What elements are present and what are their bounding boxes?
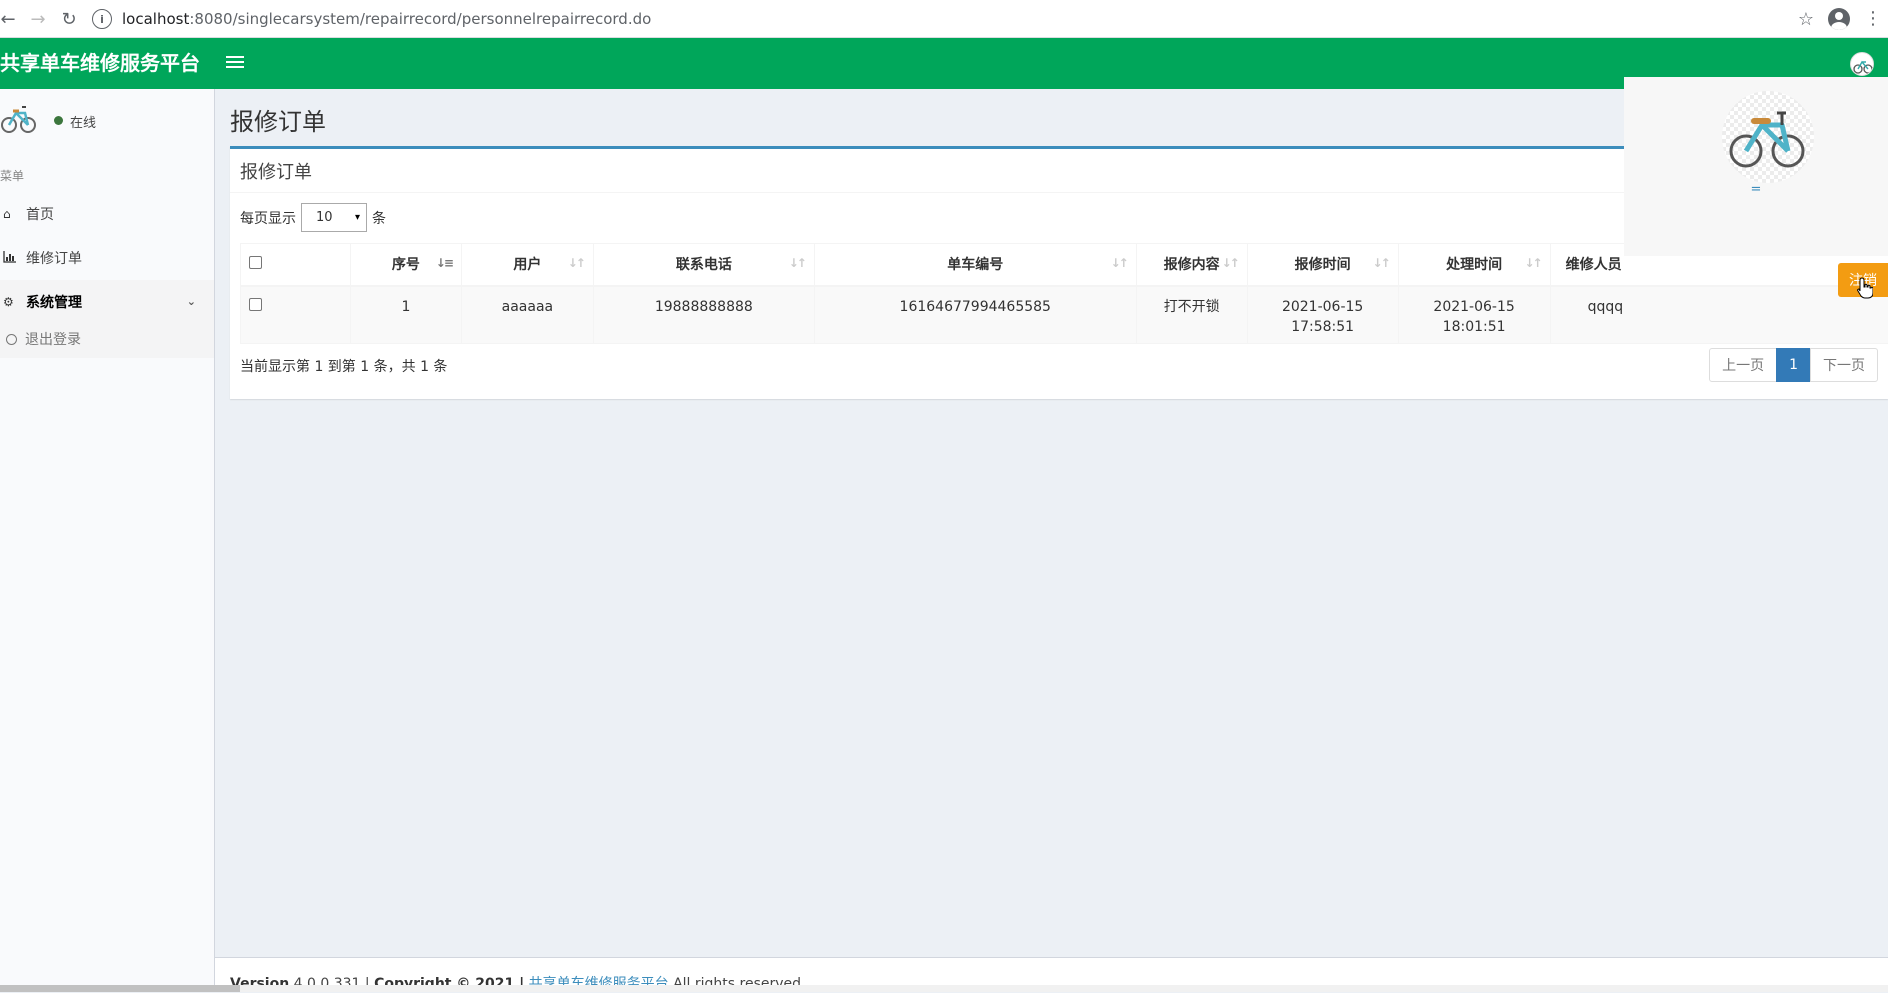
gear-icon: ⚙ bbox=[0, 295, 20, 309]
column-header[interactable]: 单车编号 ↓↑ bbox=[814, 244, 1136, 286]
sidebar-item-home[interactable]: ⌂ 首页 bbox=[0, 192, 214, 236]
page-title: 报修订单 bbox=[230, 102, 326, 137]
hand-cursor-icon bbox=[1857, 277, 1873, 299]
sort-icon: ↓↑ bbox=[568, 256, 584, 270]
cell-report-time: 2021-06-15 17:58:51 bbox=[1247, 286, 1398, 344]
column-label: 处理时间 bbox=[1446, 257, 1502, 273]
url-host: localhost bbox=[122, 10, 189, 28]
profile-icon[interactable] bbox=[1828, 8, 1850, 30]
cell-phone: 19888888888 bbox=[593, 286, 814, 344]
page-length-control: 每页显示 10 ▾ 条 bbox=[240, 203, 386, 232]
menu-header: 菜单 bbox=[0, 153, 214, 192]
column-header[interactable]: 用户 ↓↑ bbox=[461, 244, 593, 286]
page-length-value: 10 bbox=[316, 210, 333, 225]
column-header[interactable]: 处理时间 ↓↑ bbox=[1398, 244, 1550, 286]
column-label: 用户 bbox=[513, 257, 541, 273]
bookmark-star-icon[interactable]: ☆ bbox=[1798, 9, 1814, 30]
orders-table: 序号↓≡ 用户↓↑ 联系电话↓↑ 单车编号↓↑ 报修内容↓↑ 报修时间↓↑ 处理… bbox=[240, 243, 1888, 344]
online-status-label: 在线 bbox=[70, 112, 96, 131]
select-all-checkbox[interactable] bbox=[249, 256, 262, 269]
sidebar-item-logout[interactable]: 退出登录 bbox=[0, 324, 214, 354]
cell-user: aaaaaa bbox=[461, 286, 593, 344]
sidebar: 在线 菜单 ⌂ 首页 维修订单 ⚙ 系统管理 ⌄ 退出登录 bbox=[0, 89, 215, 992]
back-icon[interactable]: ← bbox=[0, 5, 22, 33]
address-bar[interactable]: i localhost:8080/singlecarsystem/repairr… bbox=[92, 4, 1792, 34]
sort-asc-icon: ↓≡ bbox=[436, 256, 452, 270]
column-label: 报修内容 bbox=[1164, 257, 1220, 273]
chevron-down-icon: ▾ bbox=[355, 212, 360, 223]
app-logo[interactable]: 共享单车维修服务平台 bbox=[0, 38, 200, 89]
sidebar-item-label: 维修订单 bbox=[26, 248, 82, 268]
sidebar-toggle-icon[interactable] bbox=[226, 53, 244, 71]
more-menu-icon[interactable]: ⋮ bbox=[1864, 10, 1882, 28]
report-date: 2021-06-15 bbox=[1282, 299, 1363, 315]
prev-page-button[interactable]: 上一页 bbox=[1709, 348, 1777, 382]
table-row[interactable]: 1 aaaaaa 19888888888 16164677994465585 打… bbox=[241, 286, 1888, 344]
url-path: :8080/singlecarsystem/repairrecord/perso… bbox=[189, 10, 651, 28]
cell-handle-time: 2021-06-15 18:01:51 bbox=[1398, 286, 1550, 344]
staff-name: qqqq bbox=[1588, 299, 1624, 315]
sidebar-item-label: 退出登录 bbox=[25, 329, 81, 349]
column-label: 报修时间 bbox=[1295, 257, 1351, 273]
column-header[interactable]: 联系电话 ↓↑ bbox=[593, 244, 814, 286]
cell-index: 1 bbox=[350, 286, 461, 344]
next-page-button[interactable]: 下一页 bbox=[1810, 348, 1878, 382]
home-icon: ⌂ bbox=[0, 207, 20, 221]
reload-icon[interactable]: ↻ bbox=[55, 5, 83, 33]
forward-icon[interactable]: → bbox=[24, 5, 52, 33]
row-checkbox[interactable] bbox=[249, 298, 262, 311]
main-header: 共享单车维修服务平台 bbox=[0, 38, 1888, 89]
user-avatar-icon[interactable] bbox=[1850, 52, 1874, 76]
sort-icon: ↓↑ bbox=[1222, 256, 1238, 270]
length-prefix: 每页显示 bbox=[240, 208, 296, 228]
online-status-icon bbox=[54, 116, 63, 125]
browser-toolbar: ← → ↻ i localhost:8080/singlecarsystem/r… bbox=[0, 0, 1888, 38]
user-avatar bbox=[0, 99, 38, 137]
report-time: 17:58:51 bbox=[1291, 319, 1354, 335]
pagination: 上一页 1 下一页 bbox=[1710, 348, 1878, 382]
cell-content: 打不开锁 bbox=[1136, 286, 1247, 344]
sidebar-item-repair-orders[interactable]: 维修订单 bbox=[0, 236, 214, 280]
chevron-down-icon: ⌄ bbox=[187, 295, 196, 308]
sidebar-item-label: 系统管理 bbox=[26, 292, 82, 312]
select-all-cell bbox=[241, 244, 351, 286]
scrollbar-thumb[interactable] bbox=[0, 985, 240, 992]
horizontal-scrollbar[interactable] bbox=[0, 985, 1888, 992]
submenu: 退出登录 bbox=[0, 324, 214, 358]
user-panel: 在线 bbox=[0, 89, 214, 153]
site-info-icon[interactable]: i bbox=[92, 9, 112, 29]
table-info: 当前显示第 1 到第 1 条，共 1 条 bbox=[240, 356, 447, 376]
bar-chart-icon bbox=[0, 251, 20, 266]
column-label: 维修人员 bbox=[1566, 257, 1622, 273]
user-name: = bbox=[1624, 182, 1888, 197]
column-header[interactable]: 报修时间 ↓↑ bbox=[1247, 244, 1398, 286]
column-header[interactable]: 序号 ↓≡ bbox=[350, 244, 461, 286]
sidebar-item-label: 首页 bbox=[26, 204, 54, 224]
cell-bike-no: 16164677994465585 bbox=[814, 286, 1136, 344]
column-label: 序号 bbox=[392, 257, 420, 273]
page-length-select[interactable]: 10 ▾ bbox=[301, 203, 367, 232]
page-1-button[interactable]: 1 bbox=[1776, 348, 1811, 382]
user-dropdown-header: = bbox=[1624, 77, 1888, 252]
handle-time: 18:01:51 bbox=[1443, 319, 1506, 335]
row-select-cell bbox=[241, 286, 351, 344]
column-header[interactable]: 报修内容↓↑ bbox=[1136, 244, 1247, 286]
sidebar-item-system[interactable]: ⚙ 系统管理 ⌄ bbox=[0, 280, 214, 324]
length-suffix: 条 bbox=[372, 208, 386, 228]
circle-icon bbox=[6, 334, 17, 345]
column-label: 联系电话 bbox=[676, 257, 732, 273]
handle-date: 2021-06-15 bbox=[1433, 299, 1514, 315]
column-label: 单车编号 bbox=[947, 257, 1003, 273]
sort-icon: ↓↑ bbox=[1111, 256, 1127, 270]
user-dropdown: = bbox=[1624, 77, 1888, 256]
user-avatar-large bbox=[1722, 91, 1814, 183]
sort-icon: ↓↑ bbox=[789, 256, 805, 270]
sort-icon: ↓↑ bbox=[1373, 256, 1389, 270]
sort-icon: ↓↑ bbox=[1524, 256, 1540, 270]
